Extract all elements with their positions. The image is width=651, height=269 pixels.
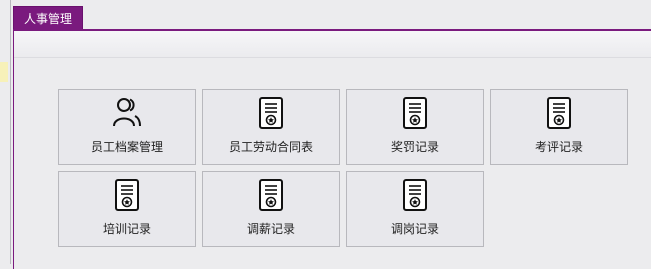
certificate-icon [259, 97, 283, 129]
selected-item-highlight [0, 62, 8, 82]
tile-label: 培训记录 [102, 222, 151, 236]
people-icon [113, 98, 141, 127]
certificate-icon [403, 97, 427, 129]
certificate-icon [259, 179, 283, 211]
tile-label: 考评记录 [534, 140, 583, 154]
tile-reward-penalty[interactable]: 奖罚记录 [346, 89, 484, 165]
tile-employee-records[interactable]: 员工档案管理 [58, 89, 196, 165]
tile-label: 调岗记录 [390, 222, 439, 236]
tile-labor-contract[interactable]: 员工劳动合同表 [202, 89, 340, 165]
tab-personnel-management[interactable]: 人事管理 [13, 6, 83, 30]
panel-toolbar [14, 31, 651, 58]
certificate-icon [115, 179, 139, 211]
certificate-icon [547, 97, 571, 129]
tile-label: 员工档案管理 [90, 140, 163, 154]
tile-label: 员工劳动合同表 [228, 140, 313, 154]
tile-position-transfer[interactable]: 调岗记录 [346, 171, 484, 247]
tile-evaluation[interactable]: 考评记录 [490, 89, 628, 165]
tile-label: 奖罚记录 [390, 140, 439, 154]
left-sidebar-edge [0, 0, 11, 264]
tile-training[interactable]: 培训记录 [58, 171, 196, 247]
tile-salary-adjustment[interactable]: 调薪记录 [202, 171, 340, 247]
certificate-icon [403, 179, 427, 211]
tile-label: 调薪记录 [246, 222, 295, 236]
